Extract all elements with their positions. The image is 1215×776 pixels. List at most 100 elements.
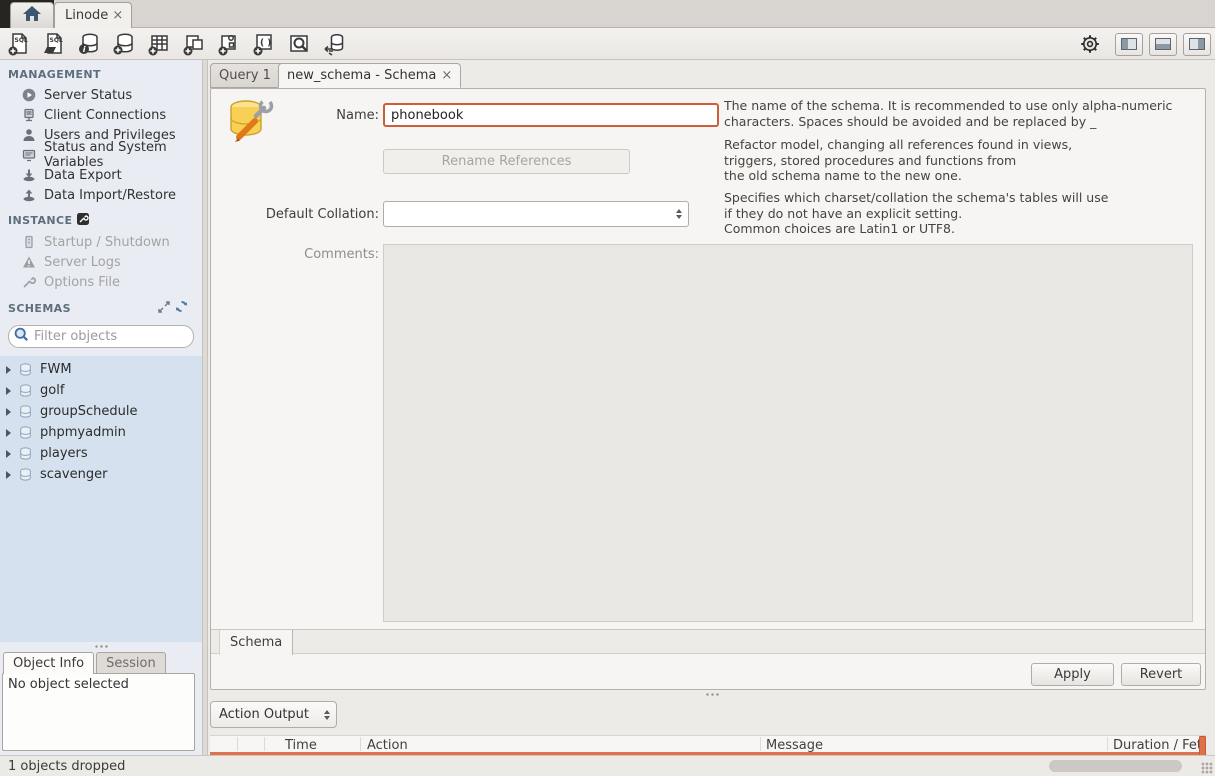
sidebar-item-status-system-variables[interactable]: Status and System Variables xyxy=(0,145,202,165)
expander-triangle-icon[interactable] xyxy=(6,450,11,458)
create-table-icon[interactable] xyxy=(146,31,172,57)
create-procedure-icon[interactable] xyxy=(216,31,242,57)
col-action[interactable]: Action xyxy=(367,738,408,753)
sidebar-item-server-logs[interactable]: Server Logs xyxy=(0,252,202,272)
home-tab[interactable] xyxy=(10,2,54,28)
schema-filter-box xyxy=(8,325,194,348)
combo-spinner-icon[interactable] xyxy=(318,710,336,720)
schema-inspector-icon[interactable]: i xyxy=(76,31,102,57)
data-export-icon xyxy=(22,168,36,182)
tab-new-schema[interactable]: new_schema - Schema × xyxy=(278,63,461,88)
expander-triangle-icon[interactable] xyxy=(6,366,11,374)
tab-object-info[interactable]: Object Info xyxy=(3,652,94,674)
output-grid-header: Time Action Message Duration / Fetch xyxy=(210,735,1206,755)
server-status-icon xyxy=(22,88,36,102)
reconnect-dbms-icon[interactable] xyxy=(321,31,347,57)
revert-button[interactable]: Revert xyxy=(1121,663,1201,686)
svg-text:SQL: SQL xyxy=(15,37,28,44)
editor-bottom-tabbar: Schema xyxy=(211,629,1205,654)
mysql-workbench-window: Linode × SQL SQL xyxy=(0,0,1215,776)
schema-db-icon xyxy=(19,447,32,460)
expander-triangle-icon[interactable] xyxy=(6,387,11,395)
main-content: Query 1 × new_schema - Schema × xyxy=(208,60,1215,755)
output-splitter[interactable] xyxy=(208,690,1215,698)
schema-row-scavenger[interactable]: scavenger xyxy=(0,464,202,485)
home-icon xyxy=(23,6,41,25)
sidebar-item-startup-shutdown[interactable]: Startup / Shutdown xyxy=(0,232,202,252)
col-time[interactable]: Time xyxy=(285,738,317,753)
default-collation-select[interactable] xyxy=(383,201,689,227)
col-message[interactable]: Message xyxy=(766,738,823,753)
sidebar-splitter[interactable] xyxy=(0,642,202,651)
object-info-text: No object selected xyxy=(8,677,129,692)
wrench-icon xyxy=(22,275,36,289)
open-sql-script-icon[interactable]: SQL xyxy=(41,31,67,57)
schema-db-icon xyxy=(19,468,32,481)
expander-triangle-icon[interactable] xyxy=(6,429,11,437)
close-icon[interactable]: × xyxy=(112,9,123,22)
tab-schema-bottom[interactable]: Schema xyxy=(219,630,293,655)
schema-row-players[interactable]: players xyxy=(0,443,202,464)
collation-help-text: Specifies which charset/collation the sc… xyxy=(724,190,1199,237)
status-variables-icon xyxy=(22,148,36,162)
schema-filter-input[interactable] xyxy=(34,329,204,344)
expand-schemas-icon[interactable] xyxy=(158,301,170,316)
refactor-help-text: Refactor model, changing all references … xyxy=(724,137,1199,184)
schema-db-icon xyxy=(19,426,32,439)
svg-text:i: i xyxy=(83,44,86,53)
toggle-right-sidebar-button[interactable] xyxy=(1183,33,1211,56)
toggle-left-sidebar-button[interactable] xyxy=(1115,33,1143,56)
comments-label: Comments: xyxy=(251,247,379,262)
toggle-bottom-panel-button[interactable] xyxy=(1149,33,1177,56)
refresh-schemas-icon[interactable] xyxy=(175,300,188,316)
tab-session[interactable]: Session xyxy=(96,652,166,674)
info-tabbar: Object Info Session xyxy=(0,651,202,674)
right-sidebar-icon xyxy=(1189,38,1205,50)
collation-label: Default Collation: xyxy=(251,207,379,222)
instance-wrench-badge-icon xyxy=(77,213,89,228)
schema-row-golf[interactable]: golf xyxy=(0,380,202,401)
bottom-panel-icon xyxy=(1155,38,1171,50)
object-info-panel: No object selected xyxy=(2,673,195,751)
comments-textarea[interactable] xyxy=(383,244,1193,622)
schema-row-groupschedule[interactable]: groupSchedule xyxy=(0,401,202,422)
create-function-icon[interactable]: ( ) xyxy=(251,31,277,57)
combo-spinner-icon[interactable] xyxy=(670,209,688,219)
svg-text:( ): ( ) xyxy=(260,38,271,48)
schema-db-icon xyxy=(19,405,32,418)
sidebar-item-data-export[interactable]: Data Export xyxy=(0,165,202,185)
connection-tabstrip: Linode × xyxy=(0,0,1215,28)
svg-text:SQL: SQL xyxy=(50,37,63,44)
close-icon[interactable]: × xyxy=(441,69,452,82)
schema-row-fwm[interactable]: FWM xyxy=(0,359,202,380)
data-import-icon xyxy=(22,188,36,202)
left-sidebar-icon xyxy=(1121,38,1137,50)
schema-row-phpmyadmin[interactable]: phpmyadmin xyxy=(0,422,202,443)
server-box-icon xyxy=(22,235,36,249)
output-selector-dropdown[interactable]: Action Output xyxy=(210,701,337,728)
search-icon xyxy=(14,327,29,346)
name-label: Name: xyxy=(251,108,379,123)
management-section-header: MANAGEMENT xyxy=(0,60,202,85)
settings-gear-icon[interactable] xyxy=(1079,33,1101,55)
resize-grip-icon[interactable] xyxy=(1201,762,1213,774)
new-query-tab-icon[interactable]: SQL xyxy=(6,31,32,57)
expander-triangle-icon[interactable] xyxy=(6,471,11,479)
schema-tree: FWM golf groupSchedule phpmyadmin xyxy=(0,356,202,642)
sidebar-item-options-file[interactable]: Options File xyxy=(0,272,202,292)
schema-name-input[interactable] xyxy=(383,103,719,127)
sidebar-item-server-status[interactable]: Server Status xyxy=(0,85,202,105)
create-schema-icon[interactable] xyxy=(111,31,137,57)
search-table-data-icon[interactable] xyxy=(286,31,312,57)
horizontal-scrollbar[interactable] xyxy=(1049,760,1182,772)
sidebar-item-data-import-restore[interactable]: Data Import/Restore xyxy=(0,185,202,205)
schema-edit-icon xyxy=(225,99,273,149)
connection-tab-linode[interactable]: Linode × xyxy=(54,2,132,28)
sidebar-item-client-connections[interactable]: Client Connections xyxy=(0,105,202,125)
schema-db-icon xyxy=(19,363,32,376)
apply-button[interactable]: Apply xyxy=(1031,663,1114,686)
create-view-icon[interactable] xyxy=(181,31,207,57)
expander-triangle-icon[interactable] xyxy=(6,408,11,416)
rename-references-button[interactable]: Rename References xyxy=(383,149,630,174)
col-duration-fetch[interactable]: Duration / Fetch xyxy=(1113,738,1205,753)
